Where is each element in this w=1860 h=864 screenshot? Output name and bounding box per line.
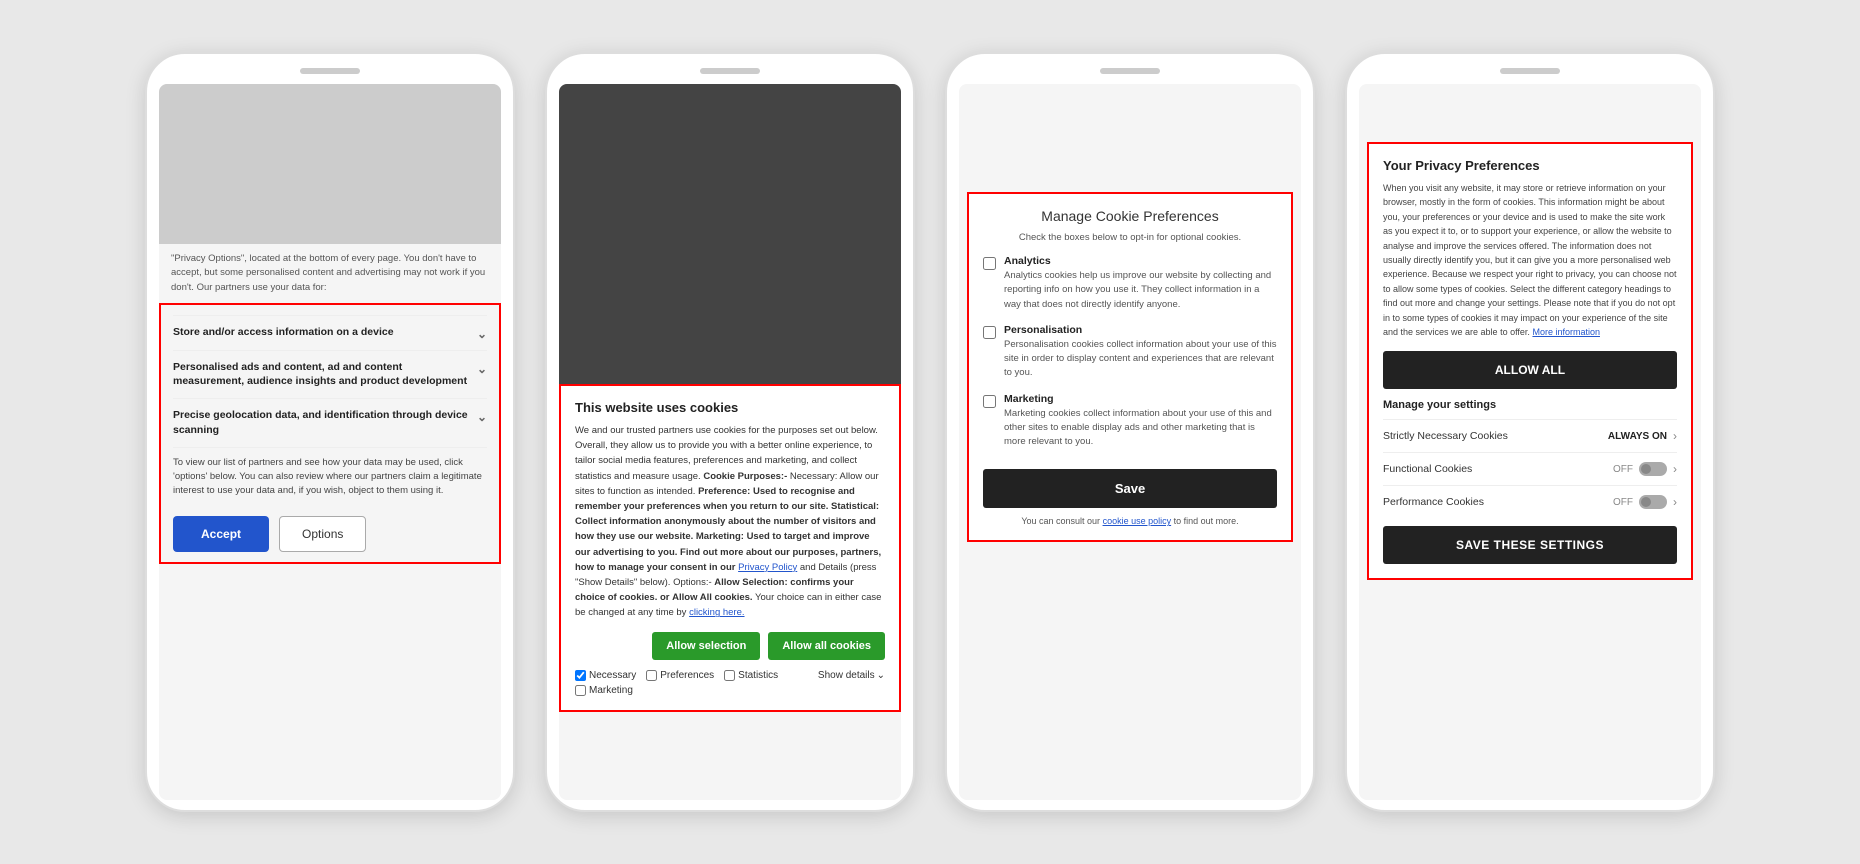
more-info-link[interactable]: More information	[1532, 327, 1600, 337]
allow-all-cookies-button[interactable]: Allow all cookies	[768, 632, 885, 660]
phone-3-screen: Manage Cookie Preferences Check the boxe…	[959, 84, 1301, 800]
phone-top-bar-2	[700, 68, 760, 74]
toggle-row-functional: Functional Cookies OFF ›	[1383, 452, 1677, 485]
toggle-right-1: ALWAYS ON ›	[1608, 429, 1677, 443]
toggle-knob-functional	[1641, 464, 1651, 474]
phone1-above-text: "Privacy Options", located at the bottom…	[159, 244, 501, 303]
necessary-checkbox[interactable]	[575, 670, 586, 681]
checkbox-statistics[interactable]: Statistics	[724, 670, 778, 681]
phone3-option-analytics-content: Analytics Analytics cookies help us impr…	[1004, 255, 1277, 312]
phone1-item-3[interactable]: Precise geolocation data, and identifica…	[173, 398, 487, 446]
functional-toggle[interactable]	[1639, 462, 1667, 476]
allow-selection-button[interactable]: Allow selection	[652, 632, 760, 660]
checkbox-necessary[interactable]: Necessary	[575, 670, 636, 681]
phone1-item-2[interactable]: Personalised ads and content, ad and con…	[173, 350, 487, 398]
phone-4-screen: Your Privacy Preferences When you visit …	[1359, 84, 1701, 800]
phone-top-bar-3	[1100, 68, 1160, 74]
toggle-right-3: OFF ›	[1613, 495, 1677, 509]
allow-all-button[interactable]: ALLOW ALL	[1383, 351, 1677, 389]
phone-top-bar-4	[1500, 68, 1560, 74]
chevron-right-icon-3[interactable]: ›	[1673, 495, 1677, 509]
phone2-buttons: Allow selection Allow all cookies	[575, 632, 885, 660]
privacy-policy-link[interactable]: Privacy Policy	[738, 562, 797, 573]
phone-1: "Privacy Options", located at the bottom…	[145, 52, 515, 812]
analytics-checkbox[interactable]	[983, 257, 996, 270]
chevron-down-icon-2: ⌄	[477, 362, 487, 376]
toggle-right-2: OFF ›	[1613, 462, 1677, 476]
phone3-above	[959, 84, 1301, 184]
phone3-subtitle: Check the boxes below to opt-in for opti…	[983, 232, 1277, 243]
phone2-main-box: This website uses cookies We and our tru…	[559, 384, 901, 712]
toggle-row-strictly-necessary: Strictly Necessary Cookies ALWAYS ON ›	[1383, 419, 1677, 452]
phone3-consult: You can consult our cookie use policy to…	[983, 516, 1277, 526]
clicking-here-link[interactable]: clicking here.	[689, 607, 744, 618]
phone1-bottom-text: To view our list of partners and see how…	[173, 447, 487, 507]
chevron-down-icon-details: ⌄	[877, 670, 885, 681]
options-button[interactable]: Options	[279, 516, 366, 552]
phone3-option-marketing: Marketing Marketing cookies collect info…	[983, 393, 1277, 450]
phone1-background	[159, 84, 501, 244]
preferences-checkbox[interactable]	[646, 670, 657, 681]
phone-2: This website uses cookies We and our tru…	[545, 52, 915, 812]
phone4-title: Your Privacy Preferences	[1383, 158, 1677, 173]
chevron-down-icon-1: ⌄	[477, 327, 487, 341]
phone-top-bar-1	[300, 68, 360, 74]
save-button[interactable]: Save	[983, 469, 1277, 508]
show-details-button[interactable]: Show details ⌄	[818, 670, 885, 681]
phone3-main-box: Manage Cookie Preferences Check the boxe…	[967, 192, 1293, 542]
marketing-pref-checkbox[interactable]	[983, 395, 996, 408]
phones-container: "Privacy Options", located at the bottom…	[0, 12, 1860, 852]
performance-toggle[interactable]	[1639, 495, 1667, 509]
phone3-option-analytics: Analytics Analytics cookies help us impr…	[983, 255, 1277, 312]
phone2-title: This website uses cookies	[575, 400, 885, 415]
phone3-title: Manage Cookie Preferences	[983, 208, 1277, 224]
phone1-buttons: Accept Options	[173, 516, 487, 552]
toggle-row-performance: Performance Cookies OFF ›	[1383, 485, 1677, 518]
chevron-down-icon-3: ⌄	[477, 410, 487, 424]
phone4-above	[1359, 84, 1701, 134]
personalisation-checkbox[interactable]	[983, 326, 996, 339]
accept-button[interactable]: Accept	[173, 516, 269, 552]
phone3-option-marketing-content: Marketing Marketing cookies collect info…	[1004, 393, 1277, 450]
phone1-inner-content: Store and/or access information on a dev…	[161, 305, 499, 563]
phone3-option-personalisation: Personalisation Personalisation cookies …	[983, 324, 1277, 381]
cookie-policy-link[interactable]: cookie use policy	[1103, 516, 1172, 526]
phone-2-screen: This website uses cookies We and our tru…	[559, 84, 901, 800]
chevron-right-icon-2[interactable]: ›	[1673, 462, 1677, 476]
checkbox-preferences[interactable]: Preferences	[646, 670, 714, 681]
phone1-main-box: Store and/or access information on a dev…	[159, 303, 501, 565]
phone4-body: When you visit any website, it may store…	[1383, 181, 1677, 339]
checkbox-marketing[interactable]: Marketing	[575, 685, 633, 696]
save-settings-button[interactable]: SAVE THESE SETTINGS	[1383, 526, 1677, 564]
phone1-item-1[interactable]: Store and/or access information on a dev…	[173, 315, 487, 350]
phone2-body: We and our trusted partners use cookies …	[575, 423, 885, 620]
phone3-option-personalisation-content: Personalisation Personalisation cookies …	[1004, 324, 1277, 381]
phone2-background	[559, 84, 901, 384]
phone-1-screen: "Privacy Options", located at the bottom…	[159, 84, 501, 800]
statistics-checkbox[interactable]	[724, 670, 735, 681]
phone-4: Your Privacy Preferences When you visit …	[1345, 52, 1715, 812]
marketing-checkbox[interactable]	[575, 685, 586, 696]
phone4-manage-title: Manage your settings	[1383, 399, 1677, 411]
toggle-knob-performance	[1641, 497, 1651, 507]
phone2-checkboxes: Necessary Preferences Statistics Show de…	[575, 670, 885, 696]
phone4-main-box: Your Privacy Preferences When you visit …	[1367, 142, 1693, 580]
chevron-right-icon-1[interactable]: ›	[1673, 429, 1677, 443]
phone-3: Manage Cookie Preferences Check the boxe…	[945, 52, 1315, 812]
